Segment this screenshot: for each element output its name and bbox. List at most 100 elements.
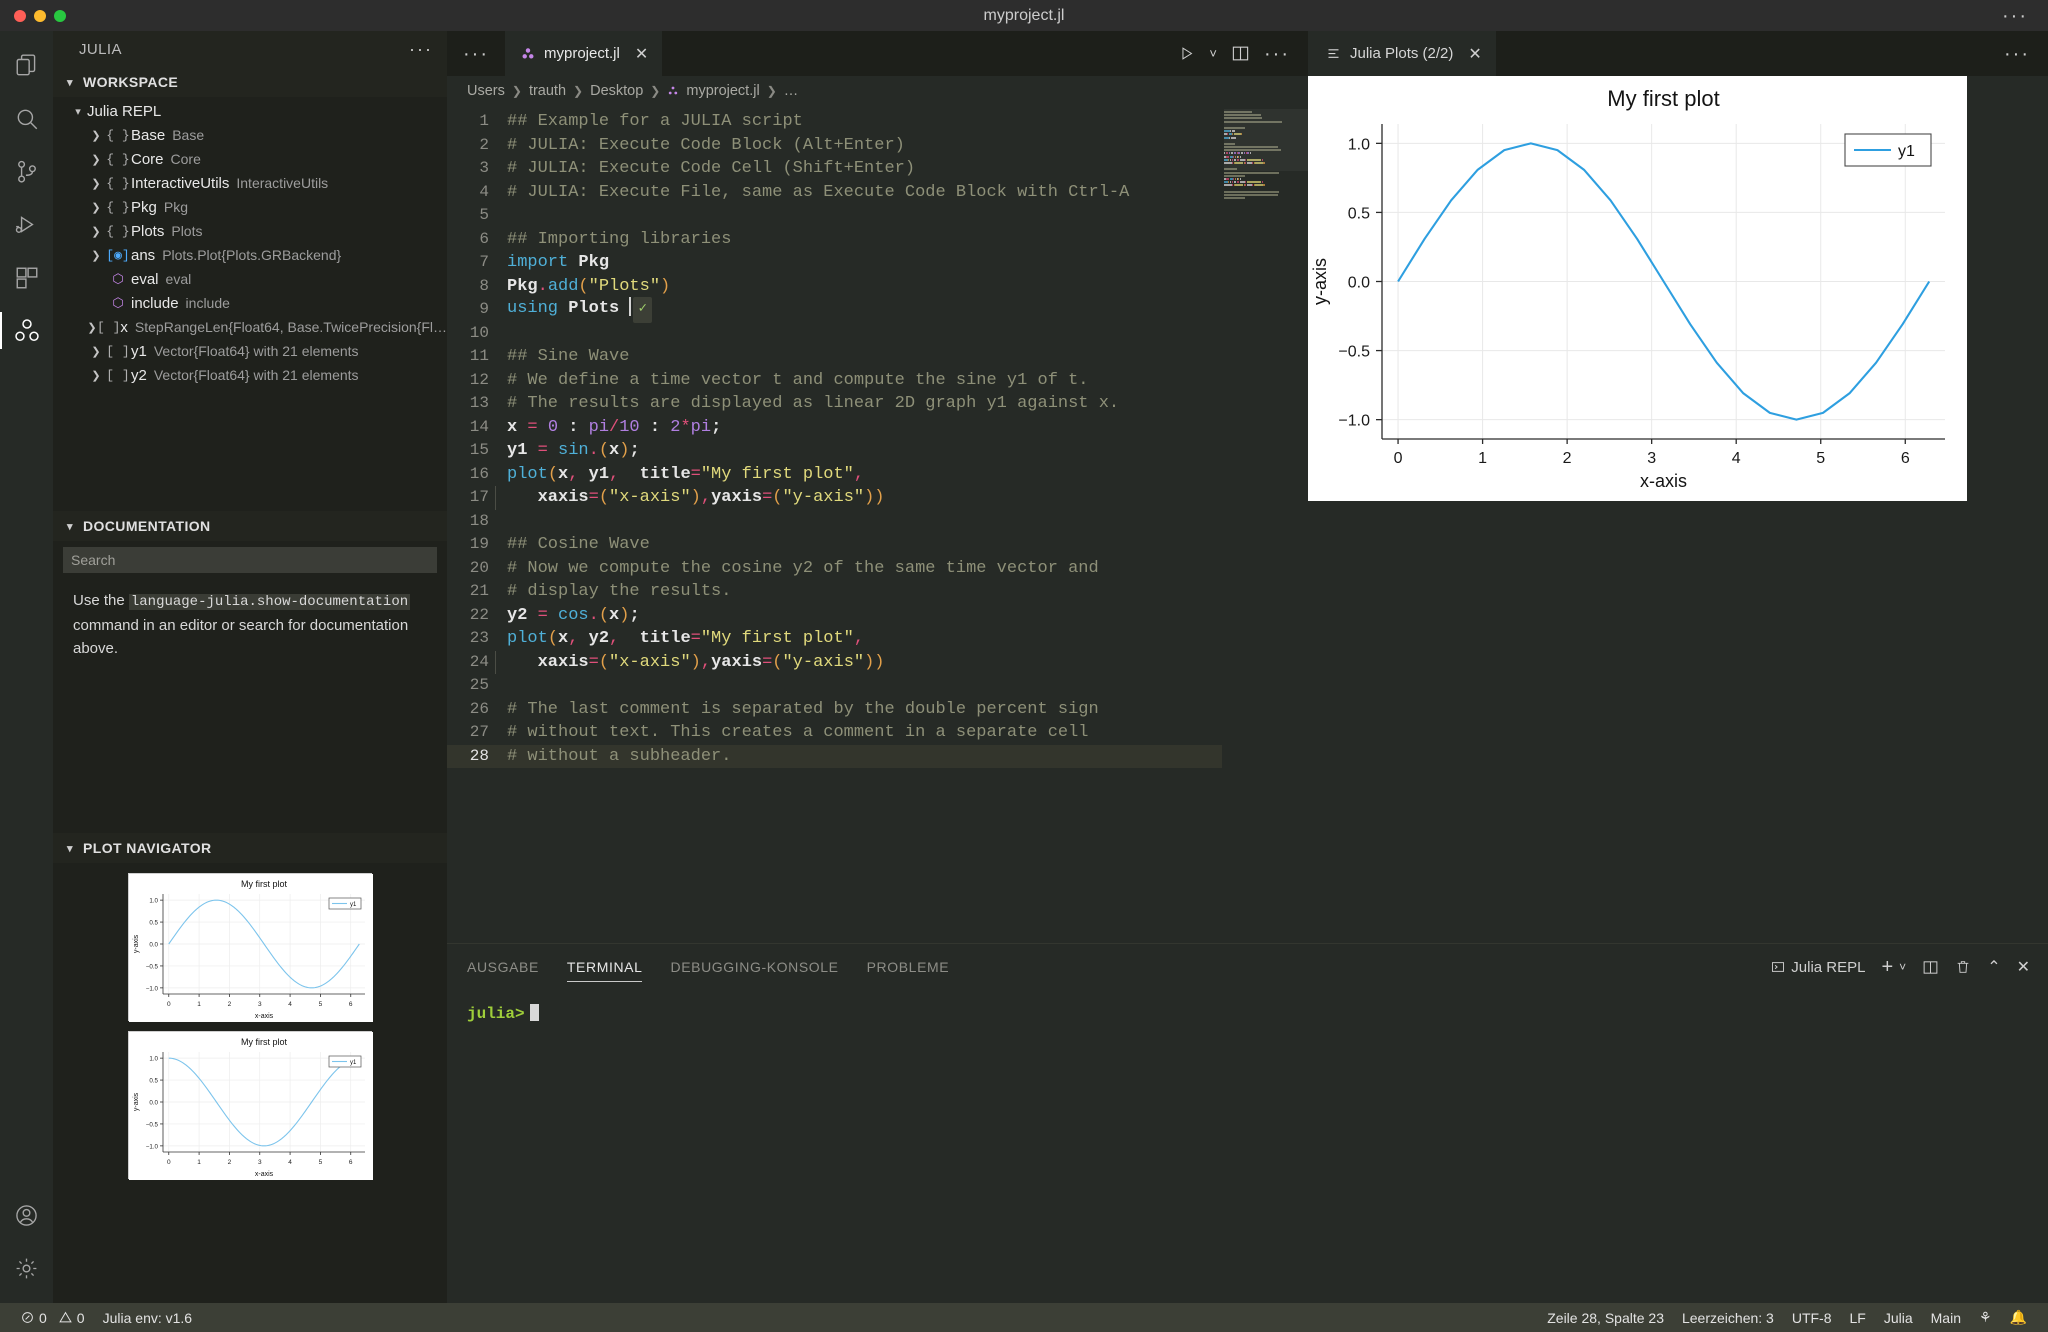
sidebar-more-actions[interactable]: ··· <box>409 45 433 53</box>
code-line[interactable]: 7import Pkg <box>447 251 1308 275</box>
chevron-right-icon[interactable]: ❯ <box>87 129 105 142</box>
activity-extensions[interactable] <box>0 251 53 304</box>
chevron-right-icon[interactable]: ❯ <box>87 153 105 166</box>
tree-item-x[interactable]: ❯[ ]xStepRangeLen{Float64, Base.TwicePre… <box>53 315 447 339</box>
activity-search[interactable] <box>0 92 53 145</box>
close-icon[interactable]: ✕ <box>635 44 648 64</box>
status-feedback[interactable]: ⚘ <box>1970 1309 2001 1326</box>
chevron-right-icon[interactable]: ❯ <box>87 225 105 238</box>
editor-leading-actions[interactable]: ··· <box>447 31 505 76</box>
panel-tab-probleme[interactable]: PROBLEME <box>867 944 950 990</box>
chevron-right-icon[interactable]: ❯ <box>87 321 97 334</box>
maximize-window-button[interactable] <box>54 10 66 22</box>
new-terminal-chevron-down-icon[interactable]: ˅ <box>1899 960 1906 974</box>
activity-run-debug[interactable] <box>0 198 53 251</box>
status-julia-env[interactable]: Julia env: v1.6 <box>94 1310 202 1326</box>
editor-more-actions[interactable]: ··· <box>1264 50 1290 58</box>
window-traffic-lights[interactable] <box>0 10 66 22</box>
code-line[interactable]: 6## Importing libraries <box>447 228 1308 252</box>
breadcrumb-segment[interactable]: trauth <box>529 83 566 99</box>
breadcrumb-segment[interactable]: Users <box>467 83 505 99</box>
breadcrumb-segment[interactable]: myproject.jl <box>686 83 759 99</box>
code-line[interactable]: 20# Now we compute the cosine y2 of the … <box>447 557 1308 581</box>
activity-source-control[interactable] <box>0 145 53 198</box>
code-line[interactable]: 12# We define a time vector t and comput… <box>447 369 1308 393</box>
close-icon[interactable]: ✕ <box>1468 44 1481 64</box>
new-terminal-button[interactable]: + <box>1881 956 1893 979</box>
tree-item-Plots[interactable]: ❯{ }PlotsPlots <box>53 219 447 243</box>
code-line[interactable]: 4# JULIA: Execute File, same as Execute … <box>447 181 1308 205</box>
status-language-mode[interactable]: Julia <box>1875 1310 1922 1326</box>
code-line[interactable]: 26# The last comment is separated by the… <box>447 698 1308 722</box>
code-line[interactable]: 18 <box>447 510 1308 534</box>
chevron-right-icon[interactable]: ❯ <box>87 249 105 262</box>
terminal-selector[interactable]: Julia REPL <box>1771 959 1865 976</box>
chevron-right-icon[interactable]: ❯ <box>87 345 105 358</box>
tab-myproject-jl[interactable]: myproject.jl ✕ <box>505 31 662 76</box>
section-workspace[interactable]: ▾ WORKSPACE <box>53 67 447 97</box>
tree-item-Pkg[interactable]: ❯{ }PkgPkg <box>53 195 447 219</box>
plot-thumbnail[interactable]: 0123456−1.0−0.50.00.51.0My first plotx-a… <box>128 1031 372 1179</box>
split-editor-icon[interactable] <box>1231 44 1250 63</box>
documentation-search-input[interactable] <box>63 547 437 573</box>
status-problems[interactable]: 0 0 <box>12 1310 94 1326</box>
panel-tab-ausgabe[interactable]: AUSGABE <box>467 944 539 990</box>
code-line[interactable]: 5 <box>447 204 1308 228</box>
minimap[interactable] <box>1222 105 1308 943</box>
plot-pane-more-actions[interactable]: ··· <box>1986 31 2048 76</box>
code-line[interactable]: 2# JULIA: Execute Code Block (Alt+Enter) <box>447 134 1308 158</box>
code-line[interactable]: 9using Plots ✓ <box>447 298 1308 322</box>
code-line[interactable]: 22y2 = cos.(x); <box>447 604 1308 628</box>
close-window-button[interactable] <box>14 10 26 22</box>
breadcrumb-segment[interactable]: … <box>784 83 799 99</box>
panel-tab-terminal[interactable]: TERMINAL <box>567 944 643 990</box>
activity-settings[interactable] <box>0 1242 53 1295</box>
activity-accounts[interactable] <box>0 1189 53 1242</box>
status-indentation[interactable]: Leerzeichen: 3 <box>1673 1310 1783 1326</box>
status-branch[interactable]: Main <box>1922 1310 1970 1326</box>
tree-item-eval[interactable]: ⬡evaleval <box>53 267 447 291</box>
window-more-actions[interactable]: ··· <box>2002 11 2028 21</box>
tree-item-y1[interactable]: ❯[ ]y1Vector{Float64} with 21 elements <box>53 339 447 363</box>
code-line[interactable]: 13# The results are displayed as linear … <box>447 392 1308 416</box>
tree-item-Core[interactable]: ❯{ }CoreCore <box>53 147 447 171</box>
run-chevron-down-icon[interactable]: ˅ <box>1209 46 1217 61</box>
section-documentation[interactable]: ▾ DOCUMENTATION <box>53 511 447 541</box>
run-icon[interactable] <box>1178 45 1195 62</box>
code-line[interactable]: 23plot(x, y2, title="My first plot", <box>447 627 1308 651</box>
breadcrumb-segment[interactable]: Desktop <box>590 83 643 99</box>
section-plot-navigator[interactable]: ▾ PLOT NAVIGATOR <box>53 833 447 863</box>
status-eol[interactable]: LF <box>1841 1310 1875 1326</box>
code-line[interactable]: 25 <box>447 674 1308 698</box>
terminal-body[interactable]: julia> <box>447 990 2048 1023</box>
tree-item-y2[interactable]: ❯[ ]y2Vector{Float64} with 21 elements <box>53 363 447 387</box>
tree-root-julia-repl[interactable]: ▾ Julia REPL <box>53 99 447 123</box>
code-line[interactable]: 21# display the results. <box>447 580 1308 604</box>
plot-thumbnail[interactable]: 0123456−1.0−0.50.00.51.0My first plotx-a… <box>128 873 372 1021</box>
code-line[interactable]: 3# JULIA: Execute Code Cell (Shift+Enter… <box>447 157 1308 181</box>
minimap-slider[interactable] <box>1224 109 1308 171</box>
tree-item-include[interactable]: ⬡includeinclude <box>53 291 447 315</box>
code-line[interactable]: 16plot(x, y1, title="My first plot", <box>447 463 1308 487</box>
status-encoding[interactable]: UTF-8 <box>1783 1310 1841 1326</box>
code-line[interactable]: 24 xaxis=("x-axis"),yaxis=("y-axis")) <box>447 651 1308 675</box>
split-terminal-icon[interactable] <box>1922 959 1939 976</box>
code-line[interactable]: 14x = 0 : pi/10 : 2*pi; <box>447 416 1308 440</box>
panel-tab-debugging-konsole[interactable]: DEBUGGING-KONSOLE <box>670 944 838 990</box>
status-notifications[interactable]: 🔔 <box>2001 1309 2036 1326</box>
code-line[interactable]: 17 xaxis=("x-axis"),yaxis=("y-axis")) <box>447 486 1308 510</box>
code-line[interactable]: 8Pkg.add("Plots") <box>447 275 1308 299</box>
chevron-right-icon[interactable]: ❯ <box>87 369 105 382</box>
code-line[interactable]: 1## Example for a JULIA script <box>447 110 1308 134</box>
code-line[interactable]: 19## Cosine Wave <box>447 533 1308 557</box>
minimize-window-button[interactable] <box>34 10 46 22</box>
tab-julia-plots[interactable]: Julia Plots (2/2) ✕ <box>1308 31 1496 76</box>
maximize-panel-icon[interactable]: ⌃ <box>1987 957 2000 977</box>
status-cursor-position[interactable]: Zeile 28, Spalte 23 <box>1538 1310 1673 1326</box>
code-line[interactable]: 10 <box>447 322 1308 346</box>
tree-item-Base[interactable]: ❯{ }BaseBase <box>53 123 447 147</box>
activity-explorer[interactable] <box>0 39 53 92</box>
trash-icon[interactable] <box>1955 959 1971 975</box>
tree-item-InteractiveUtils[interactable]: ❯{ }InteractiveUtilsInteractiveUtils <box>53 171 447 195</box>
code-line[interactable]: 11## Sine Wave <box>447 345 1308 369</box>
